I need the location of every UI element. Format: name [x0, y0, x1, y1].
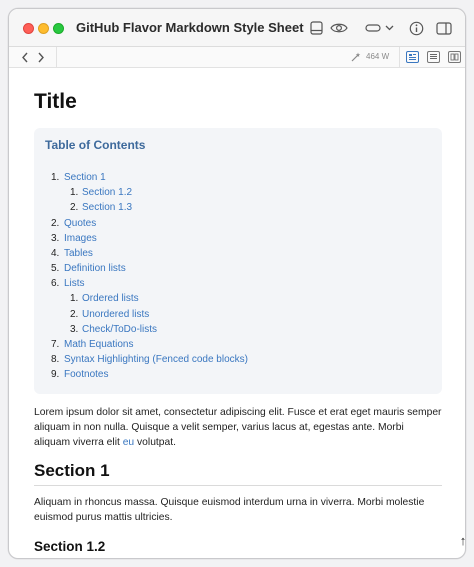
preview-button[interactable] [328, 18, 350, 38]
toc-item[interactable]: 2. Unordered lists [70, 309, 149, 320]
wand-button[interactable] [349, 50, 361, 64]
zoom-window-button[interactable] [53, 23, 64, 34]
forward-button[interactable] [33, 49, 49, 65]
style-menu-button[interactable] [362, 18, 396, 38]
table-of-contents: Table of Contents 1. Section 1 1. Section … [34, 128, 442, 394]
minimize-window-button[interactable] [38, 23, 49, 34]
eye-icon [330, 23, 348, 33]
section-heading: Section 1 [34, 461, 110, 480]
toggle-sidebar-button[interactable] [435, 18, 453, 38]
navigation-bar: 464 W [9, 47, 465, 68]
toc-item[interactable]: 4. Tables [51, 248, 93, 259]
heading-rule [34, 485, 442, 486]
close-window-button[interactable] [23, 23, 34, 34]
window-title: GitHub Flavor Markdown Style Sheet [76, 20, 304, 35]
toc-item[interactable]: 1. Section 1.2 [70, 187, 132, 198]
section-paragraph: Aliquam in rhoncus massa. Quisque euismo… [34, 497, 425, 523]
chevron-left-icon [22, 52, 28, 62]
split-view-icon [450, 53, 459, 61]
mode-split-button[interactable] [448, 51, 461, 63]
toc-item[interactable]: 3. Images [51, 233, 97, 244]
inline-link[interactable]: eu [123, 437, 134, 448]
toggle-bottom-panel-button[interactable] [307, 18, 325, 38]
toggle-shape-icon [364, 24, 381, 32]
scroll-to-top-button[interactable]: ↑ [454, 531, 465, 549]
document-title: Title [34, 90, 77, 113]
document-github-icon [409, 54, 416, 60]
back-button[interactable] [17, 49, 33, 65]
title-bar: GitHub Flavor Markdown Style Sheet [9, 9, 465, 47]
document-text-icon [430, 54, 437, 59]
sidebar-right-icon [436, 21, 452, 35]
subsection-heading: Section 1.2 [34, 539, 106, 554]
preview-pane[interactable]: Title Table of Contents 1. Section 1 1. Se… [9, 69, 465, 558]
width-readout: 464 W [366, 52, 390, 61]
toc-item[interactable]: 9. Footnotes [51, 369, 108, 380]
info-icon [409, 21, 423, 35]
chevron-right-icon [38, 52, 44, 62]
info-button[interactable] [407, 18, 425, 38]
magic-wand-icon [351, 52, 360, 61]
toc-item[interactable]: 6. Lists [51, 278, 85, 289]
app-window: GitHub Flavor Markdown Style Sheet 464 W… [8, 8, 466, 559]
toc-item[interactable]: 7. Math Equations [51, 339, 134, 350]
arrow-up-icon: ↑ [460, 533, 465, 548]
mode-github-button[interactable] [406, 51, 419, 63]
toc-item[interactable]: 1. Section 1 [51, 172, 106, 183]
chevron-down-icon [385, 25, 393, 31]
toc-item[interactable]: 2. Section 1.3 [70, 202, 132, 213]
toc-item[interactable]: 2. Quotes [51, 218, 96, 229]
intro-paragraph: Lorem ipsum dolor sit amet, consectetur … [34, 407, 442, 448]
toc-heading: Table of Contents [45, 138, 146, 152]
toolbar-divider [399, 47, 400, 68]
toc-item[interactable]: 3. Check/ToDo-lists [70, 324, 157, 335]
mode-text-button[interactable] [427, 51, 440, 63]
toolbar-divider [56, 47, 57, 68]
toc-item[interactable]: 5. Definition lists [51, 263, 126, 274]
panel-bottom-icon [309, 21, 323, 35]
toc-item[interactable]: 8. Syntax Highlighting (Fenced code block… [51, 354, 248, 365]
toc-item[interactable]: 1. Ordered lists [70, 293, 139, 304]
